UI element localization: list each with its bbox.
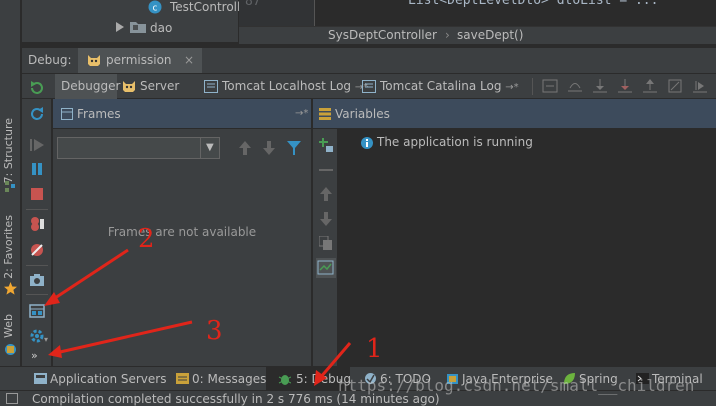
arrow-2 bbox=[51, 248, 129, 302]
arrowhead-2 bbox=[44, 292, 60, 306]
arrowhead-3 bbox=[48, 345, 62, 358]
annotation-number-1: 1 bbox=[366, 334, 383, 364]
annotation-arrows bbox=[44, 248, 352, 386]
annotation-number-2: 2 bbox=[138, 224, 155, 254]
annotation-number-3: 3 bbox=[206, 316, 223, 346]
arrow-1 bbox=[318, 342, 352, 379]
arrow-3 bbox=[59, 320, 193, 354]
